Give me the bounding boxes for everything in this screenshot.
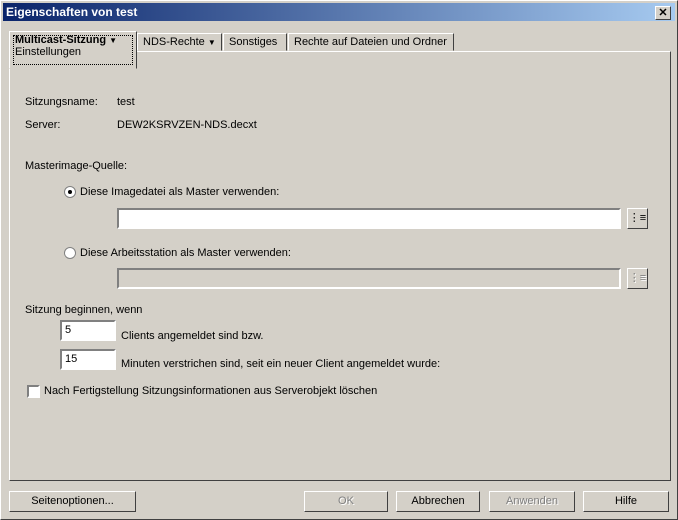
title-bar: Eigenschaften von test ✕	[3, 3, 675, 21]
dropdown-icon[interactable]: ▼	[208, 38, 216, 47]
browse-icon: ⋮≡	[628, 212, 647, 224]
minutes-label: Minuten verstrichen sind, seit ein neuer…	[121, 358, 441, 370]
delete-session-label[interactable]: Nach Fertigstellung Sitzungsinformatione…	[44, 385, 377, 397]
browse-button[interactable]: ⋮≡	[627, 208, 648, 229]
session-name-value: test	[117, 96, 135, 108]
tab-panel	[9, 51, 671, 481]
session-name-label: Sitzungsname:	[25, 96, 98, 108]
window-title: Eigenschaften von test	[6, 5, 138, 19]
apply-button[interactable]: Anwenden	[489, 491, 575, 512]
tab-rechte-dateien[interactable]: Rechte auf Dateien und Ordner	[288, 33, 454, 51]
clients-input[interactable]: 5	[60, 320, 116, 341]
browse-icon: ⋮≡	[628, 272, 647, 284]
properties-dialog: Eigenschaften von test ✕ Multicast-Sitzu…	[0, 0, 678, 520]
workstation-input[interactable]	[117, 268, 621, 289]
ok-button[interactable]: OK	[304, 491, 388, 512]
radio-image-file-label[interactable]: Diese Imagedatei als Master verwenden:	[80, 186, 279, 198]
clients-label: Clients angemeldet sind bzw.	[121, 330, 264, 342]
server-value: DEW2KSRVZEN-NDS.decxt	[117, 119, 257, 131]
help-button[interactable]: Hilfe	[583, 491, 669, 512]
page-options-button[interactable]: Seitenoptionen...	[9, 491, 136, 512]
tab-label: NDS-Rechte	[143, 36, 205, 48]
radio-workstation-label[interactable]: Diese Arbeitsstation als Master verwende…	[80, 247, 291, 259]
tab-sonstiges[interactable]: Sonstiges	[223, 33, 287, 51]
radio-image-file[interactable]	[64, 186, 76, 198]
server-label: Server:	[25, 119, 61, 131]
delete-session-checkbox[interactable]	[27, 385, 40, 398]
image-file-input[interactable]	[117, 208, 621, 229]
radio-workstation[interactable]	[64, 247, 76, 259]
tab-multicast-sitzung[interactable]: Multicast-Sitzung ▼ Einstellungen	[9, 31, 137, 69]
browse-workstation-button[interactable]: ⋮≡	[627, 268, 648, 289]
master-heading: Masterimage-Quelle:	[25, 160, 128, 172]
tab-nds-rechte[interactable]: NDS-Rechte ▼	[137, 33, 222, 51]
cancel-button[interactable]: Abbrechen	[396, 491, 480, 512]
close-button[interactable]: ✕	[655, 6, 671, 20]
minutes-input[interactable]: 15	[60, 349, 116, 370]
start-heading: Sitzung beginnen, wenn	[25, 304, 143, 316]
